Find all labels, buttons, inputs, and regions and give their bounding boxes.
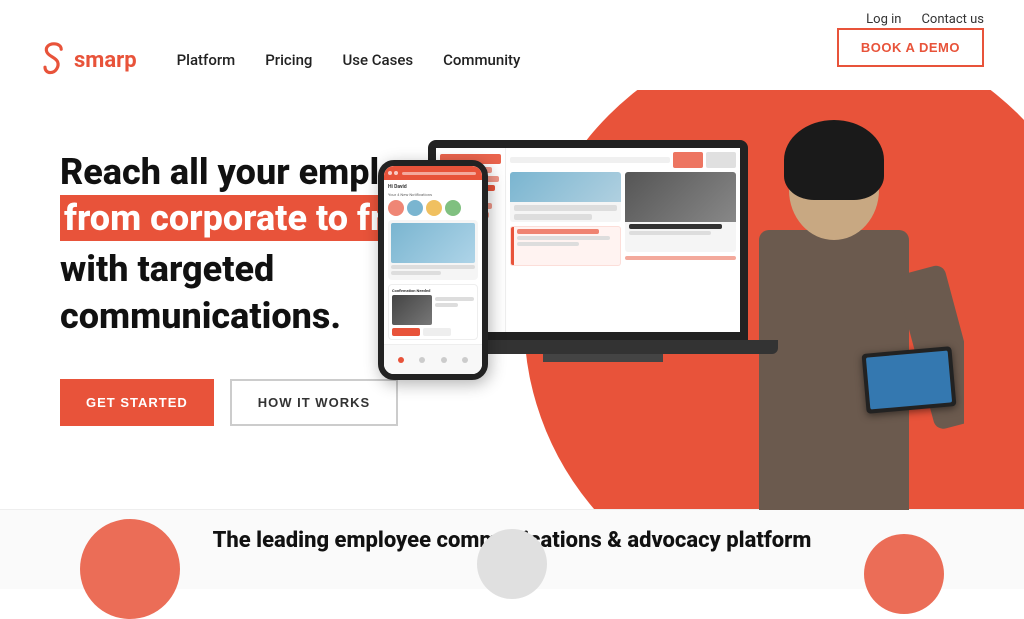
hero-section: Reach all your employees, from corporate… xyxy=(0,90,1024,510)
phone-mockup: Hi David Your 4 New Notifications xyxy=(378,160,488,380)
logo[interactable]: smarp xyxy=(40,42,137,78)
nav-pricing[interactable]: Pricing xyxy=(265,51,312,69)
devices-mockup: Hi David Your 4 New Notifications xyxy=(368,100,848,500)
smarp-logo-icon xyxy=(40,42,68,78)
deco-circle-right xyxy=(864,534,944,614)
get-started-button[interactable]: GET STARTED xyxy=(60,379,214,426)
nav-community[interactable]: Community xyxy=(443,51,520,69)
laptop-stand xyxy=(543,354,663,362)
phone-screen: Hi David Your 4 New Notifications xyxy=(384,166,482,374)
footer-section: The leading employee communications & ad… xyxy=(0,509,1024,589)
logo-text: smarp xyxy=(74,48,137,73)
book-demo-button[interactable]: BOOK A DEMO xyxy=(837,28,984,67)
deco-circle-left xyxy=(80,519,180,619)
nav-platform[interactable]: Platform xyxy=(177,51,236,69)
header: Log in Contact us smarp Platform Pricing… xyxy=(0,0,1024,90)
nav-use-cases[interactable]: Use Cases xyxy=(342,51,413,69)
screen-main-content xyxy=(506,148,740,332)
